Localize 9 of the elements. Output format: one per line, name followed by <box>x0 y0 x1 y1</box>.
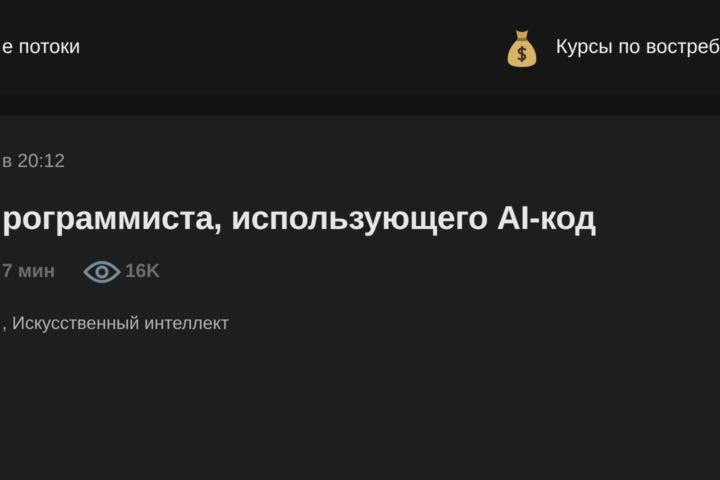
nav-link[interactable]: Курсы по востреб <box>556 36 720 59</box>
eye-icon <box>83 259 122 285</box>
nav-link[interactable]: е потоки <box>2 36 80 59</box>
hubs-list: , Искусственный интеллект <box>2 313 720 334</box>
reading-time: 7 мин <box>2 261 56 283</box>
money-bag-icon <box>506 28 538 68</box>
article-title[interactable]: рограммиста, использующего AI-код <box>2 199 720 237</box>
publish-date: в 20:12 <box>2 151 66 173</box>
views-count: 16K <box>125 261 160 283</box>
